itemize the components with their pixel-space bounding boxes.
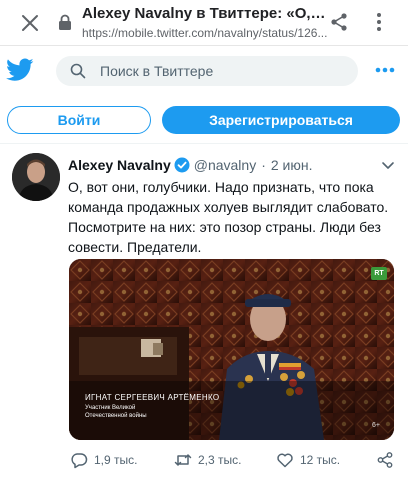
reply-count: 1,9 тыс. <box>94 453 138 467</box>
like-icon <box>277 453 293 468</box>
video-caption-name: ИГНАТ СЕРГЕЕВИЧ АРТЁМЕНКО <box>85 393 220 402</box>
search-input[interactable] <box>100 60 350 82</box>
share-icon[interactable] <box>328 11 350 33</box>
tweet-text: О, вот они, голубчики. Надо признать, чт… <box>68 179 389 255</box>
twitter-header <box>0 46 408 98</box>
author-name[interactable]: Alexey Navalny <box>68 157 171 173</box>
more-vert-icon[interactable] <box>368 11 390 33</box>
search-box[interactable] <box>56 56 358 86</box>
lock-icon <box>59 14 71 30</box>
chevron-down-icon[interactable] <box>380 157 396 173</box>
tweet: Alexey Navalny @navalny · 2 июн. О, вот … <box>0 145 408 481</box>
age-rating: 6+ <box>372 422 380 429</box>
auth-bar: Войти Зарегистрироваться <box>0 98 408 144</box>
channel-badge: RT <box>371 267 387 280</box>
retweet-button[interactable]: 2,3 тыс. <box>174 449 241 471</box>
share-tweet-button[interactable] <box>376 449 400 471</box>
tweet-actions: 1,9 тыс. 2,3 тыс. 12 тыс. <box>0 449 408 471</box>
like-count: 12 тыс. <box>300 453 341 467</box>
like-button[interactable]: 12 тыс. <box>276 449 340 471</box>
share-tweet-icon <box>377 452 393 468</box>
tweet-date[interactable]: 2 июн. <box>271 157 313 173</box>
author-handle[interactable]: @navalny <box>194 157 256 173</box>
twitter-logo[interactable] <box>6 57 34 83</box>
login-button[interactable]: Войти <box>7 106 151 134</box>
browser-toolbar: Alexey Navalny в Твиттере: «О, вот они, … <box>0 0 408 46</box>
tweet-video[interactable]: RT ИГНАТ СЕРГЕЕВИЧ АРТЁМЕНКО Участник Ве… <box>69 259 394 440</box>
page-url[interactable]: https://mobile.twitter.com/navalny/statu… <box>82 26 328 40</box>
signup-button[interactable]: Зарегистрироваться <box>162 106 400 134</box>
video-caption-sub: Участник Великой Отечественной войны <box>85 405 147 419</box>
tweet-author: Alexey Navalny @navalny · 2 июн. <box>68 155 313 175</box>
retweet-icon <box>174 454 192 466</box>
reply-icon <box>71 453 88 469</box>
more-horiz-icon[interactable] <box>374 66 396 74</box>
retweet-count: 2,3 тыс. <box>198 453 242 467</box>
reply-button[interactable]: 1,9 тыс. <box>70 449 137 471</box>
separator: · <box>261 157 266 173</box>
page-title: Alexey Navalny в Твиттере: «О, вот они, … <box>82 5 328 22</box>
verified-icon <box>174 157 190 173</box>
close-icon[interactable] <box>18 11 42 35</box>
avatar[interactable] <box>12 153 60 201</box>
search-icon <box>70 63 86 79</box>
